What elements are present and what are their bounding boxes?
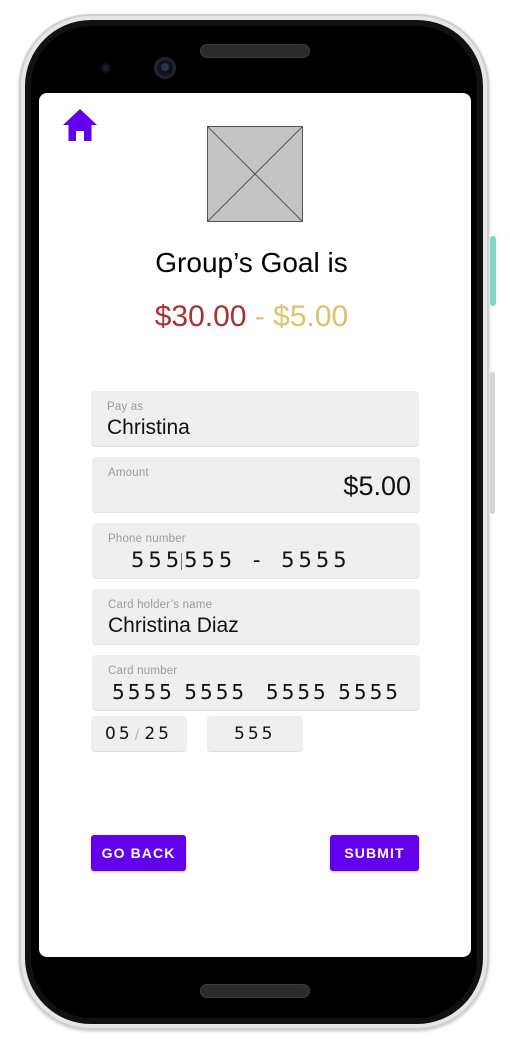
goal-amounts: $30.00 - $5.00	[39, 300, 464, 334]
go-back-button[interactable]: GO BACK	[91, 835, 186, 871]
earpiece-speaker	[200, 44, 310, 58]
goal-target-amount: $30.00	[154, 300, 247, 333]
expiry-field[interactable]: 05/25	[91, 716, 187, 752]
image-placeholder-icon	[207, 126, 303, 222]
amount-label: Amount	[108, 467, 149, 479]
amount-value: $5.00	[343, 471, 411, 501]
cvv-field[interactable]: 555	[207, 716, 303, 752]
card-holder-label: Card holder’s name	[108, 599, 213, 611]
phone-area-code: 555	[131, 548, 184, 572]
pay-as-field[interactable]: Pay as Christina	[91, 391, 419, 447]
card-number-field[interactable]: Card number 5555 5555 5555 5555	[92, 655, 420, 711]
phone-text-cursor	[181, 552, 183, 570]
expiry-separator: /	[134, 727, 143, 743]
cvv-value: 555	[234, 724, 276, 744]
pay-as-value: Christina	[107, 416, 190, 439]
phone-number-value: 555555 - 5555	[131, 548, 351, 572]
app-screen: Group’s Goal is $30.00 - $5.00 Pay as Ch…	[39, 93, 471, 957]
amount-field[interactable]: Amount $5.00	[92, 457, 420, 513]
card-number-label: Card number	[108, 665, 178, 677]
volume-button	[490, 372, 495, 514]
card-holder-field[interactable]: Card holder’s name Christina Diaz	[92, 589, 420, 645]
goal-separator: -	[246, 300, 274, 333]
phone-separator: -	[252, 548, 265, 572]
phone-number-field[interactable]: Phone number 555555 - 5555	[92, 523, 420, 579]
expiry-value: 05/25	[105, 724, 172, 744]
card-number-value: 5555 5555 5555 5555	[112, 680, 402, 704]
card-holder-value: Christina Diaz	[108, 614, 239, 637]
submit-button[interactable]: SUBMIT	[330, 835, 419, 871]
bottom-speaker	[200, 984, 310, 998]
goal-contribution-amount: $5.00	[273, 300, 349, 333]
expiry-month: 05	[105, 724, 133, 744]
front-camera	[154, 57, 176, 79]
home-icon	[63, 109, 97, 141]
goal-title: Group’s Goal is	[155, 247, 348, 278]
power-button	[490, 236, 496, 306]
phone-line-number: 5555	[281, 548, 351, 572]
front-sensor	[101, 63, 111, 73]
phone-number-label: Phone number	[108, 533, 186, 545]
phone-prefix: 555	[184, 548, 237, 572]
pay-as-label: Pay as	[107, 401, 144, 413]
expiry-year: 25	[144, 724, 172, 744]
home-button[interactable]	[60, 106, 100, 144]
